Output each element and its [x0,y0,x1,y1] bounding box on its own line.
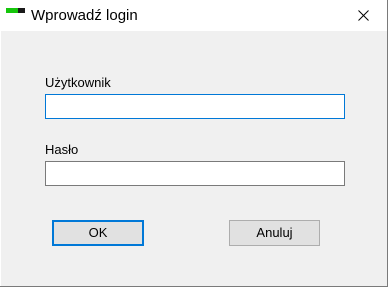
login-dialog: Wprowadź login Użytkownik Hasło OK Anulu… [0,0,388,287]
close-button[interactable] [341,0,387,31]
app-icon [6,8,25,15]
username-input[interactable] [45,94,345,119]
username-label: Użytkownik [45,75,111,90]
cancel-button[interactable]: Anuluj [229,220,320,246]
title-bar[interactable]: Wprowadź login [0,0,387,31]
close-icon [358,10,369,21]
password-label: Hasło [45,142,79,157]
ok-button[interactable]: OK [52,220,144,246]
window-title: Wprowadź login [31,7,138,24]
password-input[interactable] [45,161,345,186]
dialog-body: Użytkownik Hasło OK Anuluj [1,31,387,286]
